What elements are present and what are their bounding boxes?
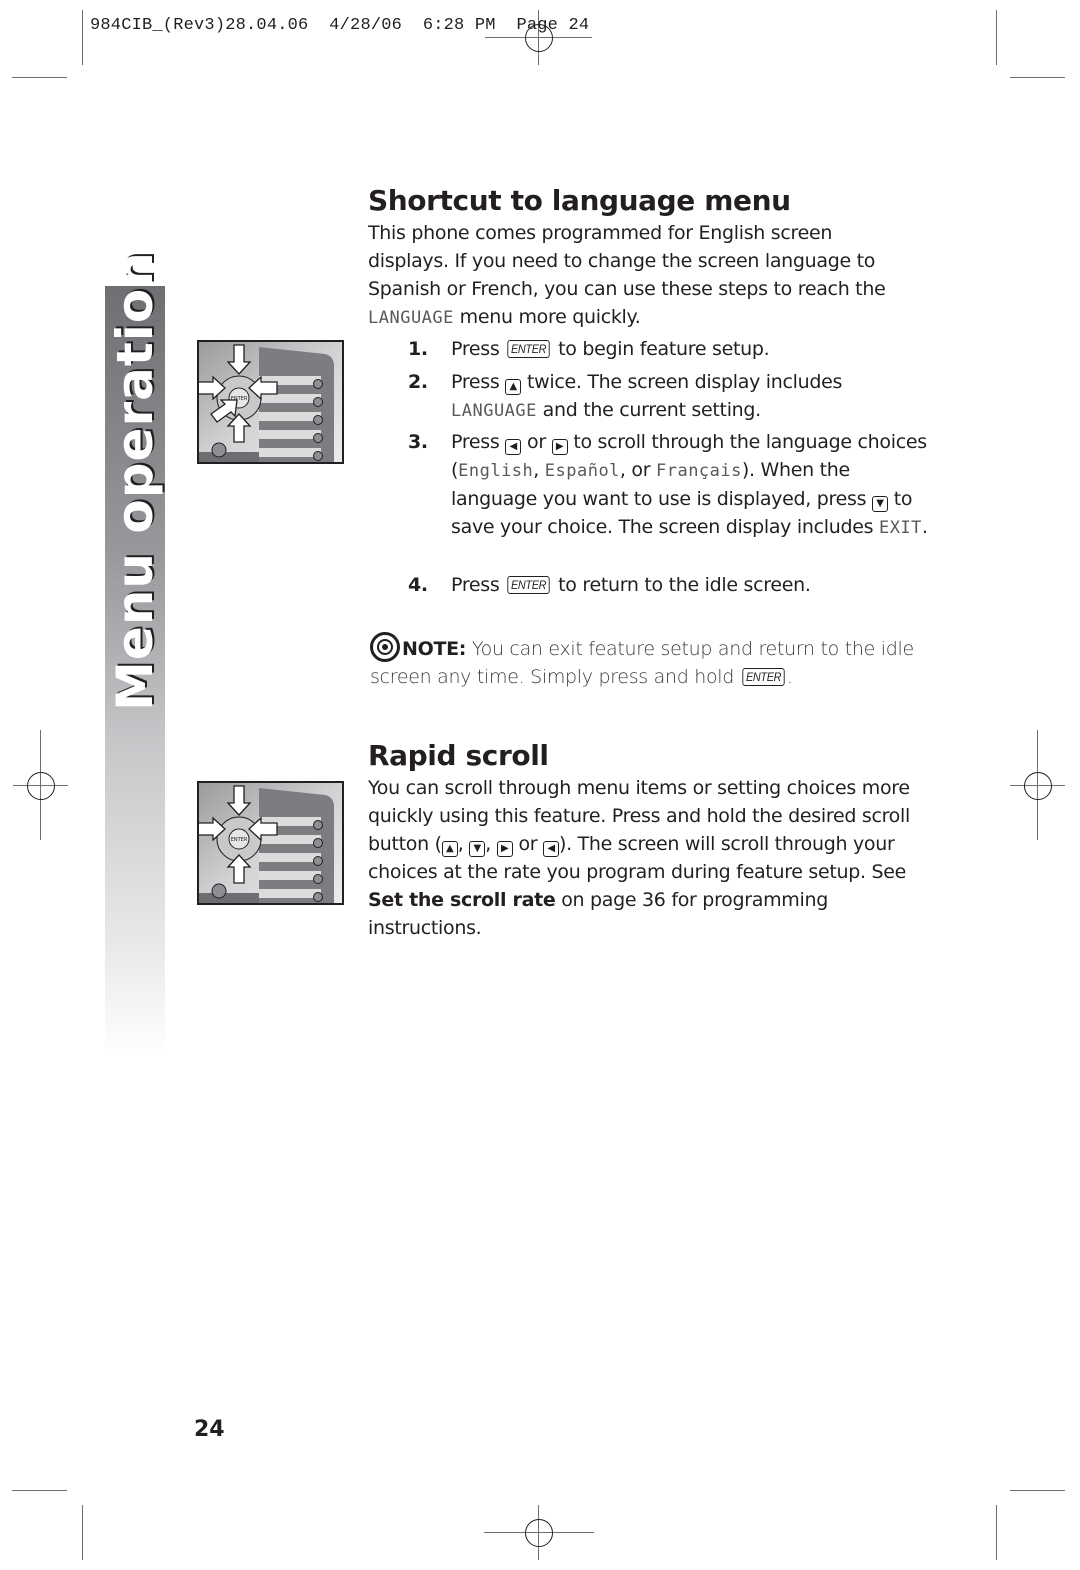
step-text: Press — [451, 371, 506, 393]
phone-navigation-figure-2: ENTER — [197, 781, 344, 905]
right-arrow-key-icon: ▶ — [551, 439, 568, 455]
body-text: or — [512, 833, 544, 855]
rapid-scroll-body: You can scroll through menu items or set… — [368, 774, 918, 942]
note-label: NOTE: — [402, 638, 467, 660]
crop-mark — [82, 10, 84, 65]
crop-mark — [1010, 77, 1065, 79]
intro-text-end: menu more quickly. — [453, 306, 641, 328]
note-text-end: . — [786, 666, 793, 688]
step-number: 2. — [408, 371, 428, 393]
note-target-icon — [370, 632, 400, 662]
registration-mark — [27, 772, 55, 800]
lcd-language: LANGUAGE — [368, 308, 454, 328]
step-text: to begin feature setup. — [552, 338, 770, 360]
step-text: Press — [451, 431, 506, 453]
svg-text:ENTER: ENTER — [231, 837, 248, 843]
body-text: , — [485, 833, 497, 855]
side-tab-label-wrap: Menu operation — [105, 251, 165, 711]
up-arrow-key-icon: ▲ — [505, 379, 522, 395]
phone-keypad-illustration: ENTER — [199, 342, 342, 462]
lcd-language: LANGUAGE — [451, 401, 537, 421]
right-arrow-key-icon: ▶ — [496, 841, 513, 857]
step-text: and the current setting. — [536, 399, 762, 421]
step-3: 3. Press ◀ or ▶ to scroll through the la… — [408, 428, 928, 542]
crop-mark — [12, 1490, 67, 1492]
cross-reference-link: Set the scroll rate — [368, 889, 556, 911]
step-text: twice. The screen display includes — [521, 371, 843, 393]
crop-mark — [12, 77, 67, 79]
lcd-espanol: Español — [544, 461, 620, 481]
step-text: . — [921, 516, 928, 538]
lcd-english: English — [458, 461, 534, 481]
section-title-rapid-scroll: Rapid scroll — [368, 739, 549, 772]
step-number: 3. — [408, 431, 428, 453]
step-number: 1. — [408, 338, 428, 360]
step-2: 2. Press ▲ twice. The screen display inc… — [408, 368, 928, 425]
intro-text: This phone comes programmed for English … — [368, 222, 886, 300]
phone-navigation-figure: ENTER — [197, 340, 344, 464]
step-text: Press — [451, 338, 506, 360]
left-arrow-key-icon: ◀ — [543, 841, 560, 857]
crop-mark — [996, 1505, 998, 1560]
step-1: 1. Press ENTER to begin feature setup. — [408, 335, 928, 363]
registration-mark — [525, 1519, 553, 1547]
crop-mark — [1010, 1490, 1065, 1492]
down-arrow-key-icon: ▼ — [871, 496, 888, 512]
section-title-shortcut-language: Shortcut to language menu — [368, 184, 791, 217]
crop-mark — [82, 1505, 84, 1560]
step-4: 4. Press ENTER to return to the idle scr… — [408, 571, 928, 599]
up-arrow-key-icon: ▲ — [441, 841, 458, 857]
enter-key-icon: ENTER — [507, 576, 551, 594]
step-text: , — [533, 459, 545, 481]
shortcut-intro: This phone comes programmed for English … — [368, 219, 918, 332]
print-slug: 984CIB_(Rev3)28.04.06 4/28/06 6:28 PM Pa… — [90, 16, 590, 35]
lcd-exit: EXIT — [878, 518, 922, 538]
body-text: , — [457, 833, 470, 855]
step-number: 4. — [408, 574, 428, 596]
registration-mark — [1024, 772, 1052, 800]
enter-key-icon: ENTER — [507, 340, 551, 358]
page-number: 24 — [194, 1417, 225, 1442]
enter-key-icon: ENTER — [742, 668, 785, 686]
step-text: Press — [451, 574, 506, 596]
lcd-francais: Français — [655, 461, 742, 481]
note-box: NOTE: You can exit feature setup and ret… — [370, 632, 930, 691]
step-text: to return to the idle screen. — [552, 574, 811, 596]
step-text: or — [521, 431, 552, 453]
step-text: , or — [619, 459, 656, 481]
phone-keypad-illustration: ENTER — [199, 783, 342, 903]
crop-mark — [996, 10, 998, 65]
left-arrow-key-icon: ◀ — [505, 439, 522, 455]
side-tab-label: Menu operation — [106, 251, 165, 711]
down-arrow-key-icon: ▼ — [469, 841, 486, 857]
